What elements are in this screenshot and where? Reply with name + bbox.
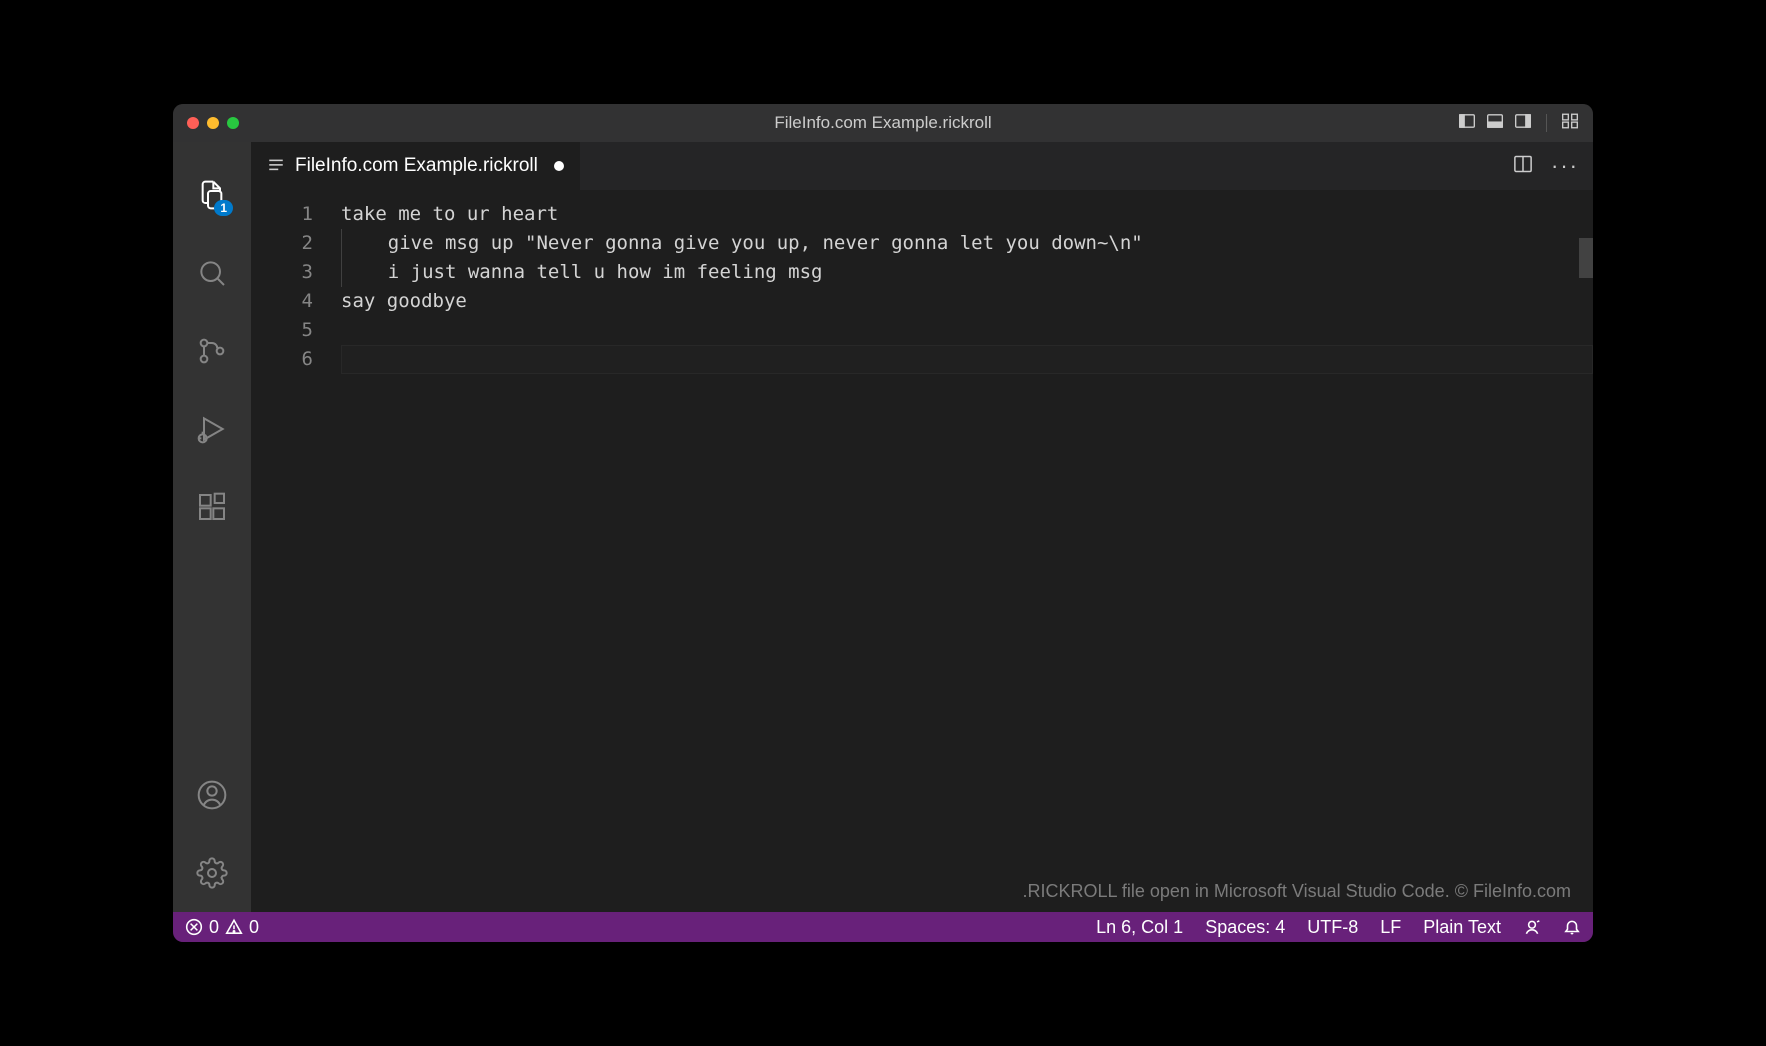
code-text: say goodbye xyxy=(341,290,467,312)
watermark-caption: .RICKROLL file open in Microsoft Visual … xyxy=(1022,881,1571,902)
activity-bar: 1 xyxy=(173,142,251,912)
vscode-window: FileInfo.com Example.rickroll 1 xyxy=(173,104,1593,942)
activity-extensions-icon[interactable] xyxy=(173,468,251,546)
activity-settings-icon[interactable] xyxy=(173,834,251,912)
activity-accounts-icon[interactable] xyxy=(173,756,251,834)
status-feedback-icon[interactable] xyxy=(1523,918,1541,936)
titlebar[interactable]: FileInfo.com Example.rickroll xyxy=(173,104,1593,142)
line-number-gutter: 123456 xyxy=(251,190,341,912)
line-number: 6 xyxy=(251,345,313,374)
activity-source-control-icon[interactable] xyxy=(173,312,251,390)
status-indentation[interactable]: Spaces: 4 xyxy=(1205,917,1285,938)
traffic-lights xyxy=(187,117,239,129)
toggle-secondary-sidebar-icon[interactable] xyxy=(1514,112,1532,135)
window-maximize-button[interactable] xyxy=(227,117,239,129)
activity-run-debug-icon[interactable] xyxy=(173,390,251,468)
status-warnings-count: 0 xyxy=(249,917,259,938)
tab-label: FileInfo.com Example.rickroll xyxy=(295,155,538,177)
window-title: FileInfo.com Example.rickroll xyxy=(774,113,991,133)
toggle-panel-icon[interactable] xyxy=(1486,112,1504,135)
editor-area: FileInfo.com Example.rickroll ··· 123456… xyxy=(251,142,1593,912)
scrollbar-thumb[interactable] xyxy=(1579,238,1593,278)
status-language-mode[interactable]: Plain Text xyxy=(1423,917,1501,938)
file-lines-icon xyxy=(267,157,285,175)
more-actions-icon[interactable]: ··· xyxy=(1551,155,1579,177)
explorer-badge: 1 xyxy=(214,200,233,216)
warning-icon xyxy=(225,918,243,936)
code-line[interactable] xyxy=(341,316,1593,345)
code-text: i just wanna tell u how im feeling msg xyxy=(388,261,823,283)
customize-layout-icon[interactable] xyxy=(1561,112,1579,135)
line-number: 3 xyxy=(251,258,313,287)
titlebar-separator xyxy=(1546,114,1547,132)
error-icon xyxy=(185,918,203,936)
window-close-button[interactable] xyxy=(187,117,199,129)
status-notifications-icon[interactable] xyxy=(1563,918,1581,936)
body-area: 1 xyxy=(173,142,1593,912)
status-errors-count: 0 xyxy=(209,917,219,938)
status-cursor-position[interactable]: Ln 6, Col 1 xyxy=(1096,917,1183,938)
code-line[interactable]: take me to ur heart xyxy=(341,200,1593,229)
activity-explorer-icon[interactable]: 1 xyxy=(173,156,251,234)
editor-content[interactable]: 123456 take me to ur heart give msg up "… xyxy=(251,190,1593,912)
window-minimize-button[interactable] xyxy=(207,117,219,129)
activity-search-icon[interactable] xyxy=(173,234,251,312)
line-number: 5 xyxy=(251,316,313,345)
code-line[interactable]: give msg up "Never gonna give you up, ne… xyxy=(341,229,1593,258)
line-number: 1 xyxy=(251,200,313,229)
split-editor-icon[interactable] xyxy=(1513,154,1533,179)
line-number: 2 xyxy=(251,229,313,258)
editor-actions: ··· xyxy=(1499,142,1593,190)
titlebar-layout-controls xyxy=(1458,112,1579,135)
editor-tab[interactable]: FileInfo.com Example.rickroll xyxy=(251,142,581,190)
active-line-highlight xyxy=(341,345,1593,374)
code-text: take me to ur heart xyxy=(341,203,558,225)
status-problems[interactable]: 0 0 xyxy=(185,917,259,938)
code-line[interactable]: i just wanna tell u how im feeling msg xyxy=(341,258,1593,287)
tab-bar: FileInfo.com Example.rickroll ··· xyxy=(251,142,1593,190)
status-bar: 0 0 Ln 6, Col 1 Spaces: 4 UTF-8 LF Plain… xyxy=(173,912,1593,942)
toggle-primary-sidebar-icon[interactable] xyxy=(1458,112,1476,135)
status-encoding[interactable]: UTF-8 xyxy=(1307,917,1358,938)
code-view[interactable]: take me to ur heart give msg up "Never g… xyxy=(341,190,1593,912)
code-text: give msg up "Never gonna give you up, ne… xyxy=(388,232,1143,254)
code-line[interactable]: say goodbye xyxy=(341,287,1593,316)
line-number: 4 xyxy=(251,287,313,316)
tab-dirty-indicator-icon[interactable] xyxy=(554,161,564,171)
status-eol[interactable]: LF xyxy=(1380,917,1401,938)
